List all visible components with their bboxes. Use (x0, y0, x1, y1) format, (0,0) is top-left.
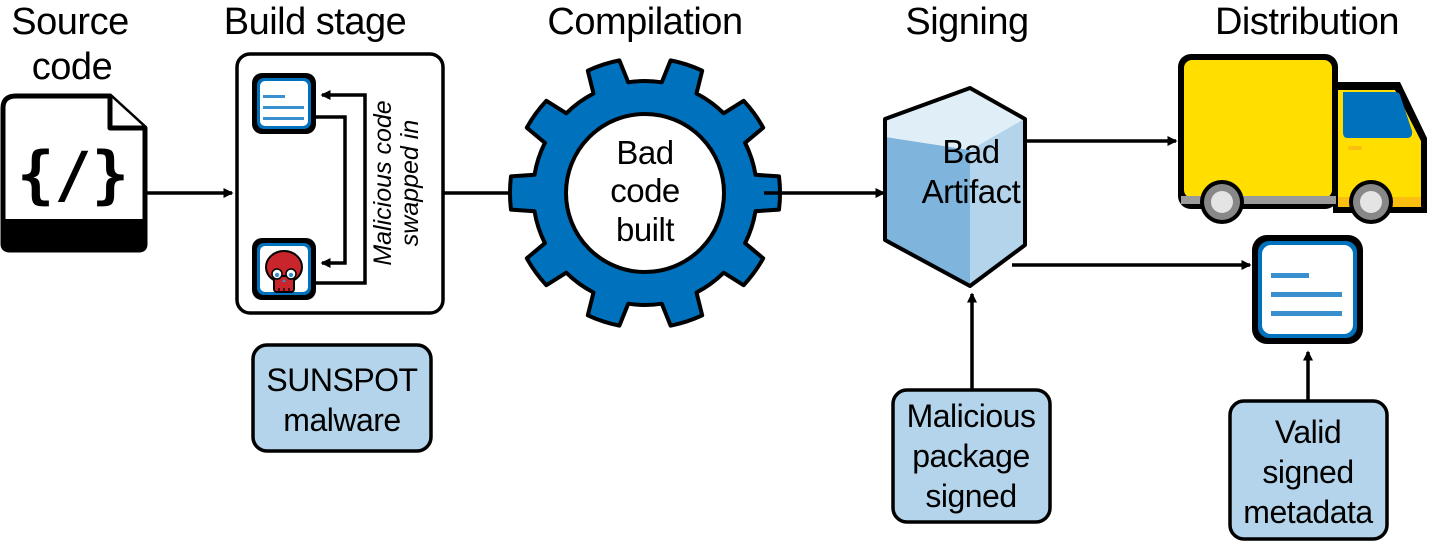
compilation-title: Compilation (547, 1, 742, 43)
signing-note-line1: Malicious (907, 398, 1036, 434)
delivery-truck-icon (1178, 54, 1427, 224)
signing-note-line3: signed (925, 478, 1016, 514)
valid-signed-metadata-note: Valid signed metadata (1228, 399, 1389, 541)
source-code-title-line1: Source (11, 1, 128, 43)
code-brackets-icon: {/} (17, 138, 129, 211)
malicious-package-signed-note: Malicious package signed (891, 388, 1052, 524)
signing-title: Signing (905, 1, 1028, 43)
swap-label-line2: swapped in (396, 120, 424, 246)
signing-stage: Signing Bad Artifact Malicious package s… (883, 1, 1052, 524)
sunspot-note-line1: SUNSPOT (266, 362, 417, 398)
clean-code-document-icon (252, 73, 316, 134)
artifact-text-line1: Bad (942, 133, 999, 170)
source-code-stage: Source code {/} (0, 1, 148, 253)
distribution-title: Distribution (1215, 1, 1399, 43)
metadata-note-line3: metadata (1243, 494, 1373, 530)
source-code-title-line2: code (32, 46, 112, 88)
supply-chain-diagram: Source code {/} Build stage Malicious co… (0, 1, 1427, 541)
gear-text-line1: Bad (616, 134, 673, 171)
metadata-note-line1: Valid (1275, 414, 1341, 450)
sunspot-note-line2: malware (283, 402, 400, 438)
swap-label-line1: Malicious code (369, 100, 397, 265)
compilation-stage: Compilation Bad code built (507, 1, 783, 328)
sunspot-malware-note: SUNSPOT malware (251, 343, 433, 453)
source-code-file-icon: {/} (0, 93, 148, 253)
build-stage-title: Build stage (224, 1, 407, 43)
build-stage: Build stage Malicious code swapped in SU… (224, 1, 445, 453)
metadata-note-line2: signed (1262, 454, 1353, 490)
gear-text-line2: code (610, 172, 680, 209)
malicious-code-skull-icon (252, 238, 316, 300)
distribution-stage: Distribution Valid signed metadata (1178, 1, 1427, 541)
signing-note-line2: package (912, 438, 1029, 474)
artifact-text-line2: Artifact (922, 173, 1021, 210)
signed-metadata-document-icon (1252, 235, 1363, 344)
file-footer-band (3, 219, 145, 250)
gear-text-line3: built (616, 211, 674, 248)
